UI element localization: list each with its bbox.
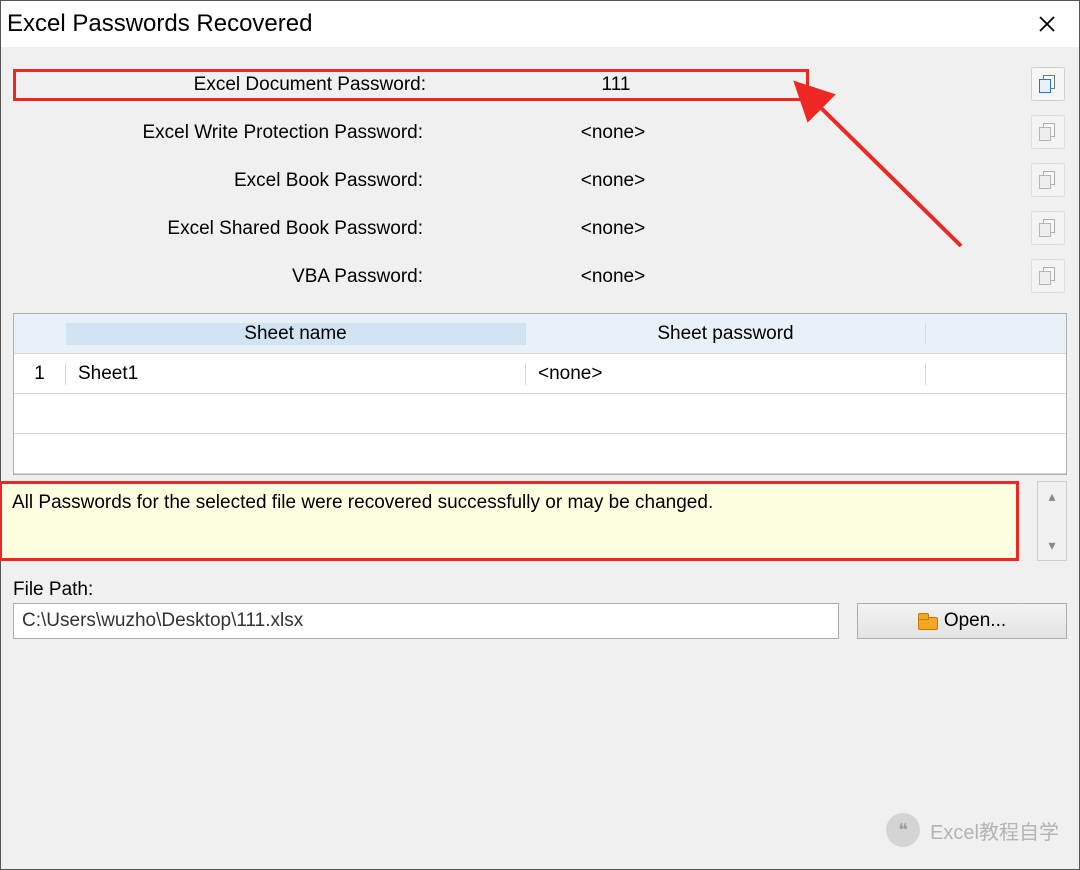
grid-header-row: Sheet name Sheet password [14, 314, 1066, 354]
close-button[interactable] [1017, 1, 1077, 47]
pw-label: Excel Write Protection Password: [13, 122, 423, 144]
dialog-window: Excel Passwords Recovered Excel Document… [0, 0, 1080, 870]
pw-value: <none> [423, 266, 803, 288]
grid-body: 1 Sheet1 <none> [14, 354, 1066, 474]
pw-row-write-protection: Excel Write Protection Password: <none> [13, 111, 1067, 155]
pw-row-vba: VBA Password: <none> [13, 255, 1067, 299]
pw-value: <none> [423, 170, 803, 192]
table-row [14, 394, 1066, 434]
content-area: Excel Document Password: 111 Excel Write… [1, 47, 1079, 647]
copy-button[interactable] [1031, 211, 1065, 245]
copy-icon [1039, 171, 1057, 189]
pw-value: <none> [423, 218, 803, 240]
col-header-password[interactable]: Sheet password [526, 323, 926, 345]
copy-button[interactable] [1031, 115, 1065, 149]
copy-button[interactable] [1031, 67, 1065, 101]
title-bar: Excel Passwords Recovered [1, 1, 1079, 47]
filepath-row: Open... [13, 603, 1067, 639]
table-row [14, 434, 1066, 474]
sheets-grid: Sheet name Sheet password 1 Sheet1 <none… [13, 313, 1067, 475]
col-header-name[interactable]: Sheet name [66, 323, 526, 345]
filepath-label: File Path: [13, 579, 1067, 601]
folder-icon [918, 614, 936, 628]
pw-row-book: Excel Book Password: <none> [13, 159, 1067, 203]
copy-button[interactable] [1031, 259, 1065, 293]
wechat-icon: ❝ [886, 813, 920, 847]
table-row[interactable]: 1 Sheet1 <none> [14, 354, 1066, 394]
open-button[interactable]: Open... [857, 603, 1067, 639]
pw-label: Excel Document Password: [16, 74, 426, 96]
pw-row-document: Excel Document Password: 111 [13, 63, 1067, 107]
cell-sheet-name: Sheet1 [66, 363, 526, 385]
status-message: All Passwords for the selected file were… [0, 481, 1019, 561]
close-icon [1038, 15, 1056, 33]
pw-value: <none> [423, 122, 803, 144]
window-title: Excel Passwords Recovered [7, 10, 312, 38]
watermark: ❝ Excel教程自学 [886, 813, 1059, 847]
filepath-input[interactable] [13, 603, 839, 639]
copy-icon [1039, 267, 1057, 285]
cell-sheet-password: <none> [526, 363, 926, 385]
scroll-down-icon: ▾ [1048, 537, 1055, 554]
status-area: All Passwords for the selected file were… [13, 481, 1067, 561]
row-number: 1 [14, 363, 66, 385]
status-scrollbar[interactable]: ▴ ▾ [1037, 481, 1067, 561]
open-button-label: Open... [944, 610, 1006, 632]
pw-row-shared-book: Excel Shared Book Password: <none> [13, 207, 1067, 251]
copy-icon [1039, 123, 1057, 141]
pw-label: Excel Shared Book Password: [13, 218, 423, 240]
copy-icon [1039, 219, 1057, 237]
copy-icon [1039, 75, 1057, 93]
scroll-up-icon: ▴ [1048, 488, 1055, 505]
pw-label: VBA Password: [13, 266, 423, 288]
pw-label: Excel Book Password: [13, 170, 423, 192]
pw-value: 111 [426, 74, 806, 96]
copy-button[interactable] [1031, 163, 1065, 197]
watermark-text: Excel教程自学 [930, 816, 1059, 845]
